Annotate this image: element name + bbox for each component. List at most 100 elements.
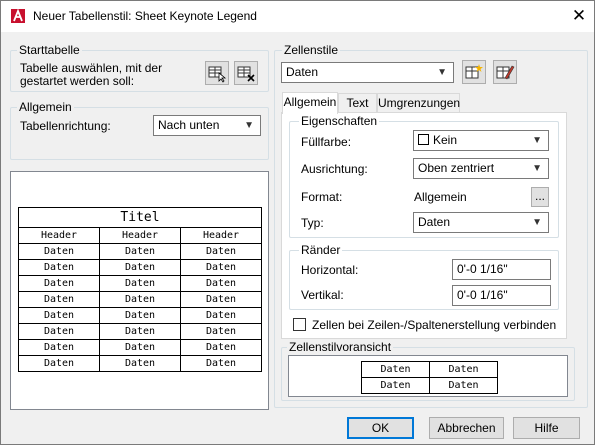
chevron-down-icon: ▼ — [532, 163, 542, 174]
cellstyle-preview-label: Zellenstilvoransicht — [287, 340, 394, 354]
cancel-button[interactable]: Abbrechen — [429, 417, 504, 439]
direction-select[interactable]: Nach unten ▼ — [153, 115, 261, 136]
preview-data-cell: Daten — [180, 339, 262, 356]
merge-cells-label: Zellen bei Zeilen-/Spaltenerstellung ver… — [312, 318, 557, 332]
preview-row: Daten Daten Daten — [18, 275, 262, 292]
preview-cell: Daten — [429, 377, 498, 394]
type-select[interactable]: Daten ▼ — [413, 212, 549, 233]
cellstyle-preview-box: Daten Daten Daten Daten — [288, 355, 568, 397]
preview-row: Daten Daten Daten — [18, 355, 262, 372]
close-icon[interactable]: ✕ — [567, 5, 591, 27]
new-cellstyle-button[interactable] — [462, 60, 486, 84]
horizontal-margin-input[interactable]: 0'-0 1/16" — [452, 259, 551, 280]
fill-label: Füllfarbe: — [301, 135, 352, 149]
preview-data-cell: Daten — [18, 323, 100, 340]
tab-umgrenzungen-label: Umgrenzungen — [378, 96, 461, 110]
vertical-margin-input[interactable]: 0'-0 1/16" — [452, 285, 551, 306]
preview-row: Daten Daten Daten — [18, 339, 262, 356]
starttabelle-label-line1: Tabelle auswählen, mit der — [20, 61, 163, 75]
preview-data-cell: Daten — [99, 259, 181, 276]
help-button[interactable]: Hilfe — [513, 417, 580, 439]
preview-data-cell: Daten — [180, 291, 262, 308]
preview-title: Titel — [18, 207, 262, 228]
direction-value: Nach unten — [158, 118, 220, 132]
preview-cell: Daten — [361, 361, 430, 378]
preview-data-cell: Daten — [180, 259, 262, 276]
new-cellstyle-icon — [465, 64, 483, 79]
table-preview: Titel Header Header Header Daten Daten Dat… — [10, 171, 269, 410]
horizontal-label: Horizontal: — [301, 263, 359, 277]
tab-allgemein-label: Allgemein — [283, 95, 337, 109]
preview-row: Daten Daten Daten — [18, 259, 262, 276]
manage-cellstyles-button[interactable] — [493, 60, 517, 84]
preview-data-cell: Daten — [99, 275, 181, 292]
preview-data-cell: Daten — [18, 243, 100, 260]
tab-text-label: Text — [346, 96, 369, 110]
tab-text[interactable]: Text — [338, 93, 377, 113]
format-browse-button[interactable]: ... — [531, 187, 549, 207]
preview-data-cell: Daten — [99, 323, 181, 340]
allgemein-group-label: Allgemein — [17, 100, 74, 114]
preview-data-cell: Daten — [99, 243, 181, 260]
preview-cell: Daten — [429, 361, 498, 378]
cellstyle-preview-table: Daten Daten Daten Daten — [361, 361, 498, 394]
tab-umgrenzungen[interactable]: Umgrenzungen — [377, 93, 460, 113]
preview-row: Daten Daten Daten — [18, 323, 262, 340]
manage-cellstyles-icon — [496, 65, 515, 80]
vertical-label: Vertikal: — [301, 288, 344, 302]
direction-label: Tabellenrichtung: — [20, 119, 111, 133]
window-title: Neuer Tabellenstil: Sheet Keynote Legend — [33, 9, 257, 23]
align-label: Ausrichtung: — [301, 162, 368, 176]
alignment-select[interactable]: Oben zentriert ▼ — [413, 158, 549, 179]
align-value: Oben zentriert — [418, 161, 495, 175]
preview-data-cell: Daten — [18, 307, 100, 324]
starttabelle-group-label: Starttabelle — [17, 43, 82, 57]
chevron-down-icon: ▼ — [437, 67, 447, 78]
chevron-down-icon: ▼ — [244, 120, 254, 131]
select-table-button[interactable] — [205, 61, 229, 85]
raender-group-label: Ränder — [299, 243, 343, 257]
fill-value: Kein — [433, 133, 458, 147]
eigenschaften-group-label: Eigenschaften — [299, 114, 380, 128]
autocad-logo-icon — [11, 9, 25, 23]
vertical-value: 0'-0 1/16" — [457, 288, 508, 302]
type-value: Daten — [418, 215, 451, 229]
fill-color-select[interactable]: Kein ▼ — [413, 130, 549, 151]
merge-cells-checkbox[interactable] — [293, 318, 306, 331]
preview-row: Daten Daten Daten — [18, 291, 262, 308]
preview-data-cell: Daten — [180, 355, 262, 372]
preview-row: Daten Daten Daten — [18, 243, 262, 260]
format-label: Format: — [301, 190, 343, 204]
preview-table: Titel Header Header Header Daten Daten Dat… — [18, 207, 262, 372]
chevron-down-icon: ▼ — [532, 135, 542, 146]
preview-data-cell: Daten — [99, 355, 181, 372]
preview-data-cell: Daten — [180, 323, 262, 340]
preview-data-cell: Daten — [99, 339, 181, 356]
remove-table-icon — [237, 66, 255, 82]
preview-data-cell: Daten — [99, 291, 181, 308]
remove-table-button[interactable] — [234, 61, 258, 85]
select-table-icon — [208, 66, 227, 83]
starttabelle-label-line2: gestartet werden soll: — [20, 74, 135, 88]
preview-cell: Daten — [361, 377, 430, 394]
format-value: Allgemein — [414, 190, 467, 204]
tab-allgemein[interactable]: Allgemein — [282, 92, 338, 114]
cellstyle-value: Daten — [286, 65, 319, 79]
chevron-down-icon: ▼ — [532, 217, 542, 228]
preview-data-cell: Daten — [18, 291, 100, 308]
preview-header-cell: Header — [18, 227, 100, 244]
dialog-window: Neuer Tabellenstil: Sheet Keynote Legend… — [0, 0, 595, 445]
preview-header-cell: Header — [99, 227, 181, 244]
cellstyle-select[interactable]: Daten ▼ — [281, 62, 454, 83]
preview-header-cell: Header — [180, 227, 262, 244]
preview-data-cell: Daten — [180, 275, 262, 292]
zellenstile-group-label: Zellenstile — [282, 43, 341, 57]
horizontal-value: 0'-0 1/16" — [457, 262, 508, 276]
type-label: Typ: — [301, 216, 324, 230]
preview-data-cell: Daten — [18, 355, 100, 372]
preview-data-cell: Daten — [180, 307, 262, 324]
ok-button[interactable]: OK — [347, 417, 414, 439]
preview-data-cell: Daten — [99, 307, 181, 324]
preview-row: Daten Daten Daten — [18, 307, 262, 324]
preview-data-cell: Daten — [18, 339, 100, 356]
